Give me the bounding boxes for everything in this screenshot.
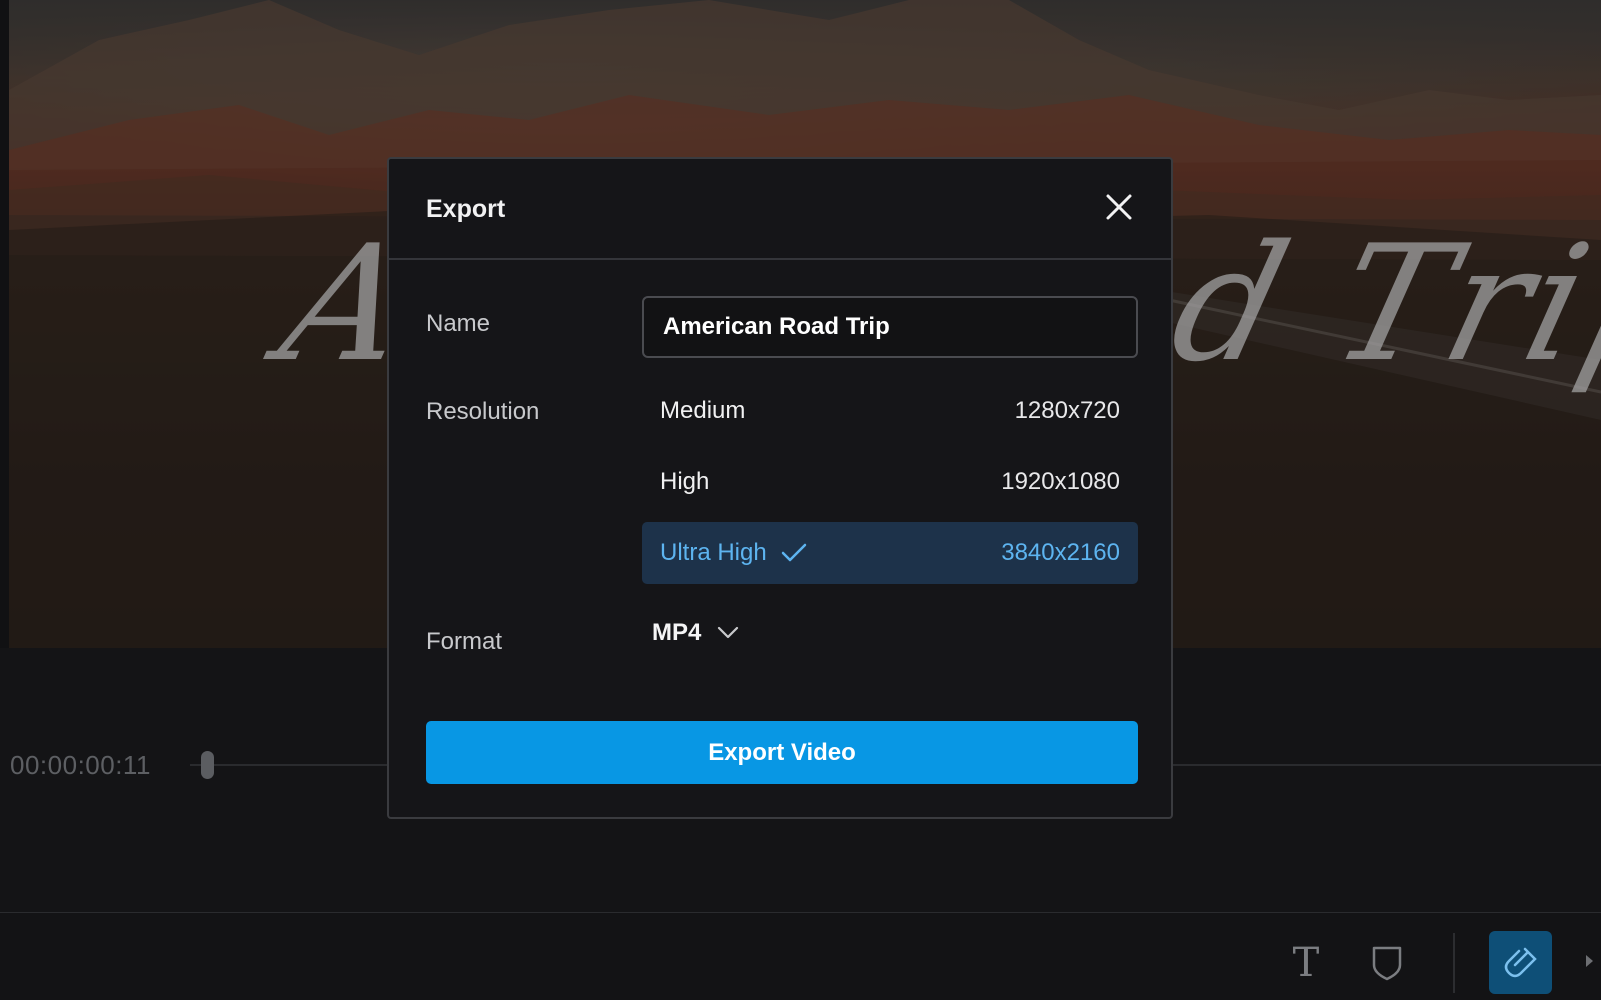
resolution-name-wrap: Ultra High (660, 539, 807, 567)
more-tools-arrow-icon[interactable] (1586, 955, 1593, 967)
close-button[interactable] (1103, 191, 1135, 223)
name-input[interactable] (642, 296, 1138, 358)
resolution-label: Resolution (426, 398, 540, 425)
dialog-title: Export (426, 195, 506, 223)
name-label: Name (426, 310, 491, 337)
timecode: 00:00:00:11 (10, 750, 151, 780)
resolution-option-medium[interactable]: Medium 1280x720 (642, 380, 1138, 442)
resolution-option-high[interactable]: High 1920x1080 (642, 451, 1138, 513)
text-icon[interactable]: T (1286, 943, 1326, 983)
export-dialog: Export Name Resolution Medium 1280x720 H… (387, 157, 1173, 819)
export-video-button[interactable]: Export Video (426, 721, 1138, 784)
checkmark-icon (781, 543, 806, 562)
resolution-name: High (660, 468, 710, 495)
resolution-name: Ultra High (660, 539, 767, 566)
resolution-value: 1280x720 (1014, 397, 1120, 424)
resolution-name: Medium (660, 397, 746, 424)
toolbar-divider (1453, 933, 1455, 993)
shield-icon[interactable] (1367, 943, 1407, 983)
video-editor: A d Trip 00:00:00:11 T Export Name Ameri… (0, 0, 1601, 1000)
format-dropdown[interactable]: MP4 (652, 619, 739, 647)
playhead-handle[interactable] (201, 751, 214, 779)
magnet-icon[interactable] (1489, 931, 1552, 994)
close-icon (1106, 194, 1132, 220)
bottom-toolbar: T (0, 912, 1601, 1000)
resolution-value: 1920x1080 (1001, 468, 1120, 495)
chevron-down-icon (718, 626, 739, 639)
dialog-header: Export (389, 159, 1171, 260)
format-value: MP4 (652, 619, 702, 646)
resolution-option-ultra-high[interactable]: Ultra High 3840x2160 (642, 522, 1138, 584)
resolution-value: 3840x2160 (1001, 539, 1120, 566)
format-label: Format (426, 628, 503, 655)
